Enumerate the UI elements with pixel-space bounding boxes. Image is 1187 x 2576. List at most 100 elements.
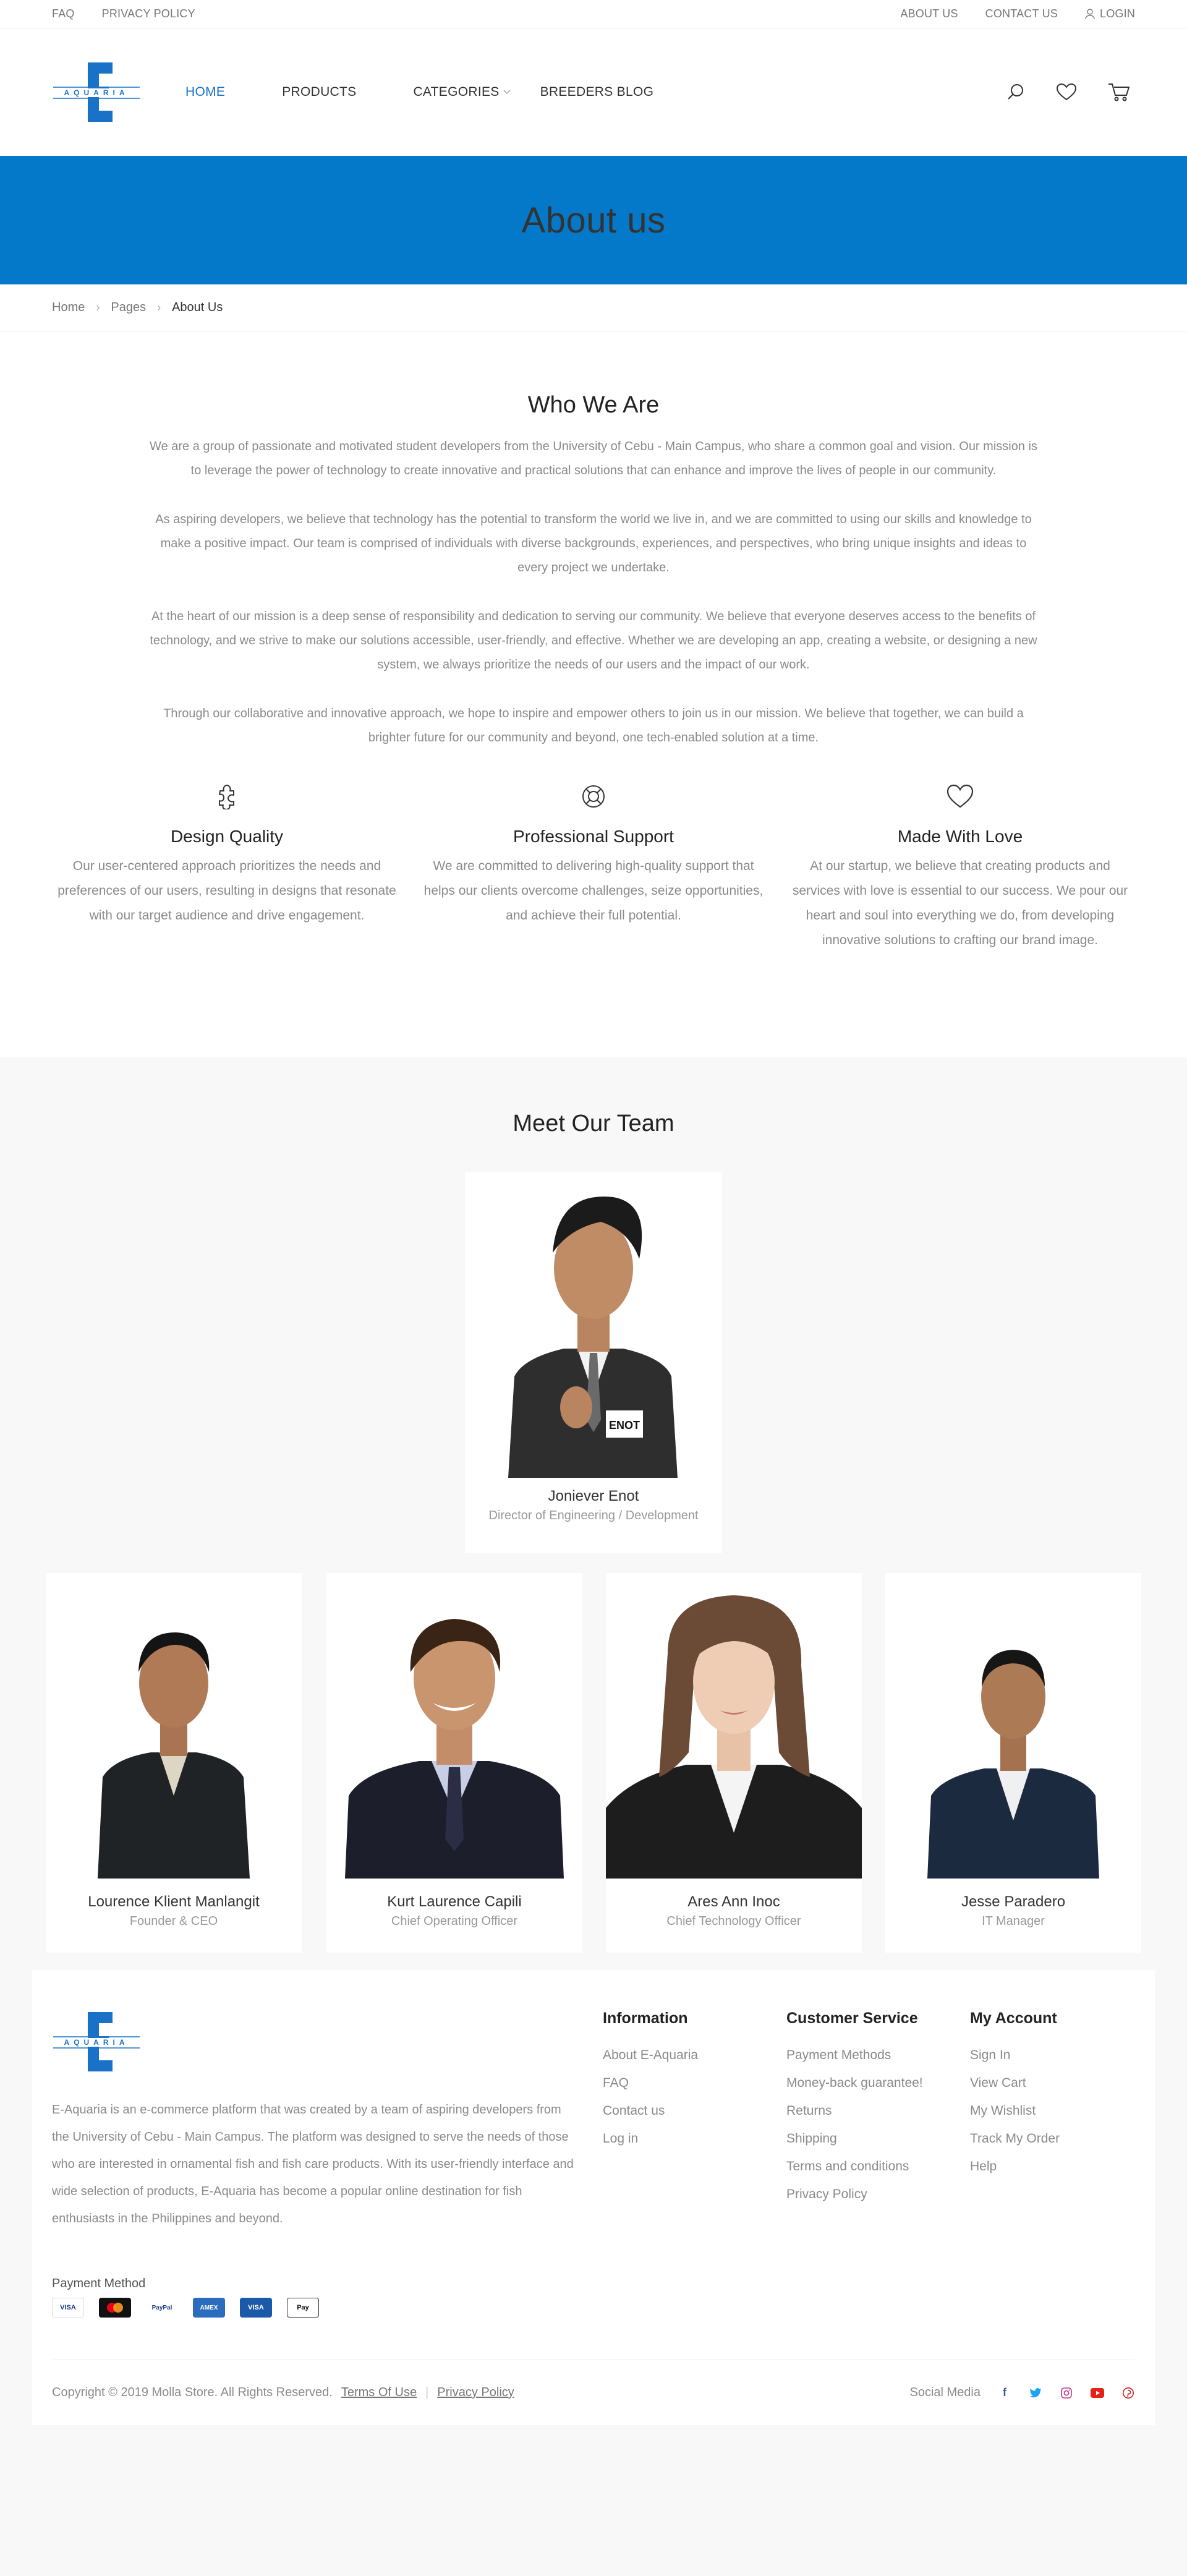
feature-professional-support: Professional Support We are committed to…: [419, 780, 768, 953]
name-badge: ENOT: [609, 1419, 640, 1431]
footer-logo[interactable]: AQUARIA: [52, 2010, 141, 2074]
footer-link[interactable]: Contact us: [603, 2097, 698, 2125]
footer-column-title: Customer Service: [786, 2010, 918, 2027]
member-role: Director of Engineering / Development: [488, 1509, 699, 1522]
faq-link[interactable]: FAQ: [52, 7, 75, 20]
main-nav: HOME PRODUCTS CATEGORIES BREEDERS BLOG: [185, 85, 710, 100]
payment-method-title: Payment Method: [52, 2277, 146, 2290]
feature-design-quality: Design Quality Our user-centered approac…: [52, 780, 402, 953]
footer-link[interactable]: FAQ: [603, 2069, 698, 2097]
nav-breeders-blog[interactable]: BREEDERS BLOG: [540, 85, 654, 100]
terms-of-use-link[interactable]: Terms Of Use: [341, 2386, 417, 2400]
contact-us-link[interactable]: CONTACT US: [985, 7, 1058, 20]
member-role: Chief Technology Officer: [666, 1914, 801, 1928]
team-photo: ENOT: [465, 1172, 722, 1478]
footer-customer-service: Customer Service Payment Methods Money-b…: [786, 2010, 923, 2208]
login-link[interactable]: LOGIN: [1085, 7, 1135, 20]
page-title: About us: [521, 200, 666, 241]
footer-link[interactable]: Terms and conditions: [786, 2152, 923, 2180]
footer-link[interactable]: Privacy Policy: [786, 2180, 923, 2208]
footer-link[interactable]: My Wishlist: [970, 2097, 1060, 2125]
member-role: Chief Operating Officer: [391, 1914, 518, 1928]
who-we-are-section: Who We Are We are a group of passionate …: [0, 331, 1187, 750]
nav-products[interactable]: PRODUCTS: [282, 85, 356, 100]
about-us-link[interactable]: ABOUT US: [900, 7, 958, 20]
youtube-icon[interactable]: [1091, 2386, 1104, 2400]
puzzle-icon: [219, 785, 234, 809]
footer-link[interactable]: Payment Methods: [786, 2041, 923, 2069]
team-photo: [46, 1573, 302, 1879]
features-row: Design Quality Our user-centered approac…: [0, 775, 1187, 953]
divider: |: [425, 2386, 429, 2399]
amex-card-icon: AMEX: [193, 2298, 225, 2318]
chevron-right-icon: ›: [96, 301, 100, 313]
footer-about-text: E-Aquaria is an e-commerce platform that…: [52, 2103, 574, 2225]
nav-categories[interactable]: CATEGORIES: [413, 85, 511, 100]
feature-title: Professional Support: [513, 827, 674, 846]
footer-link[interactable]: Log in: [603, 2125, 698, 2152]
breadcrumb: Home › Pages › About Us: [0, 284, 1187, 331]
search-icon[interactable]: [1006, 83, 1025, 101]
feature-title: Made With Love: [897, 827, 1023, 846]
member-role: Founder & CEO: [129, 1914, 218, 1928]
feature-text: We are committed to delivering high-qual…: [423, 859, 764, 923]
footer-link[interactable]: View Cart: [970, 2069, 1060, 2097]
social-links: Social Media f: [909, 2386, 1135, 2400]
pinterest-icon[interactable]: [1121, 2386, 1135, 2400]
footer-about: AQUARIA E-Aquaria is an e-commerce platf…: [52, 2010, 577, 2232]
footer-link[interactable]: Returns: [786, 2097, 923, 2125]
member-name: Kurt Laurence Capili: [387, 1893, 522, 1910]
footer-link[interactable]: Money-back guarantee!: [786, 2069, 923, 2097]
visa-card-icon: VISA: [52, 2298, 84, 2318]
who-we-are-title: Who We Are: [527, 392, 660, 418]
breadcrumb-home[interactable]: Home: [52, 301, 85, 315]
breadcrumb-pages[interactable]: Pages: [111, 301, 146, 315]
aquaria-logo[interactable]: AQUARIA: [52, 60, 141, 124]
instagram-icon[interactable]: [1060, 2386, 1073, 2400]
footer-bottom: Copyright © 2019 Molla Store. All Rights…: [52, 2360, 1135, 2425]
paypal-icon: PayPal: [146, 2298, 178, 2318]
who-paragraph-3: At the heart of our mission is a deep se…: [150, 610, 1037, 672]
team-photo: [606, 1573, 862, 1879]
who-paragraph-2: As aspiring developers, we believe that …: [155, 513, 1032, 574]
who-paragraph-4: Through our collaborative and innovative…: [163, 707, 1024, 744]
feature-text: At our startup, we believe that creating…: [792, 859, 1128, 947]
payment-icons: VISA PayPal AMEX VISA Pay: [52, 2298, 319, 2318]
team-card: Lourence Klient Manlangit Founder & CEO: [46, 1573, 302, 1953]
user-icon: [1085, 8, 1095, 19]
nav-home[interactable]: HOME: [185, 85, 225, 100]
cart-icon[interactable]: [1108, 82, 1130, 102]
footer-my-account: My Account Sign In View Cart My Wishlist…: [970, 2010, 1060, 2180]
member-role: IT Manager: [982, 1914, 1045, 1928]
privacy-policy-link[interactable]: PRIVACY POLICY: [102, 7, 195, 20]
privacy-policy-footer-link[interactable]: Privacy Policy: [437, 2386, 514, 2400]
copyright-text: Copyright © 2019 Molla Store. All Rights…: [52, 2386, 333, 2399]
meet-our-team-section: Meet Our Team ENOT Joniever Enot Directo…: [0, 1057, 1187, 2576]
mastercard-icon: [99, 2298, 131, 2318]
twitter-icon[interactable]: [1029, 2386, 1042, 2400]
footer-link[interactable]: Help: [970, 2152, 1060, 2180]
feature-text: Our user-centered approach prioritizes t…: [57, 859, 396, 923]
footer-link[interactable]: Track My Order: [970, 2125, 1060, 2152]
breadcrumb-current: About Us: [172, 301, 223, 314]
footer-column-title: Information: [603, 2010, 688, 2027]
logo-text: AQUARIA: [64, 88, 129, 97]
team-photo: [885, 1573, 1141, 1879]
page-banner: About us: [0, 156, 1187, 284]
team-card-lead: ENOT Joniever Enot Director of Engineeri…: [465, 1172, 722, 1553]
footer-logo-text: AQUARIA: [64, 2038, 129, 2047]
footer-link[interactable]: Shipping: [786, 2125, 923, 2152]
member-name: Ares Ann Inoc: [687, 1893, 780, 1910]
feature-made-with-love: Made With Love At our startup, we believ…: [785, 780, 1135, 953]
member-name: Lourence Klient Manlangit: [88, 1893, 260, 1910]
footer-column-title: My Account: [970, 2010, 1057, 2027]
member-name: Jesse Paradero: [961, 1893, 1066, 1910]
facebook-icon[interactable]: f: [998, 2386, 1011, 2400]
footer-link[interactable]: Sign In: [970, 2041, 1060, 2069]
team-card: Kurt Laurence Capili Chief Operating Off…: [326, 1573, 582, 1953]
wishlist-heart-icon[interactable]: [1056, 83, 1077, 101]
feature-title: Design Quality: [170, 827, 284, 846]
footer-link[interactable]: About E-Aquaria: [603, 2041, 698, 2069]
chevron-right-icon: ›: [157, 301, 161, 313]
nav-categories-label: CATEGORIES: [413, 85, 500, 99]
